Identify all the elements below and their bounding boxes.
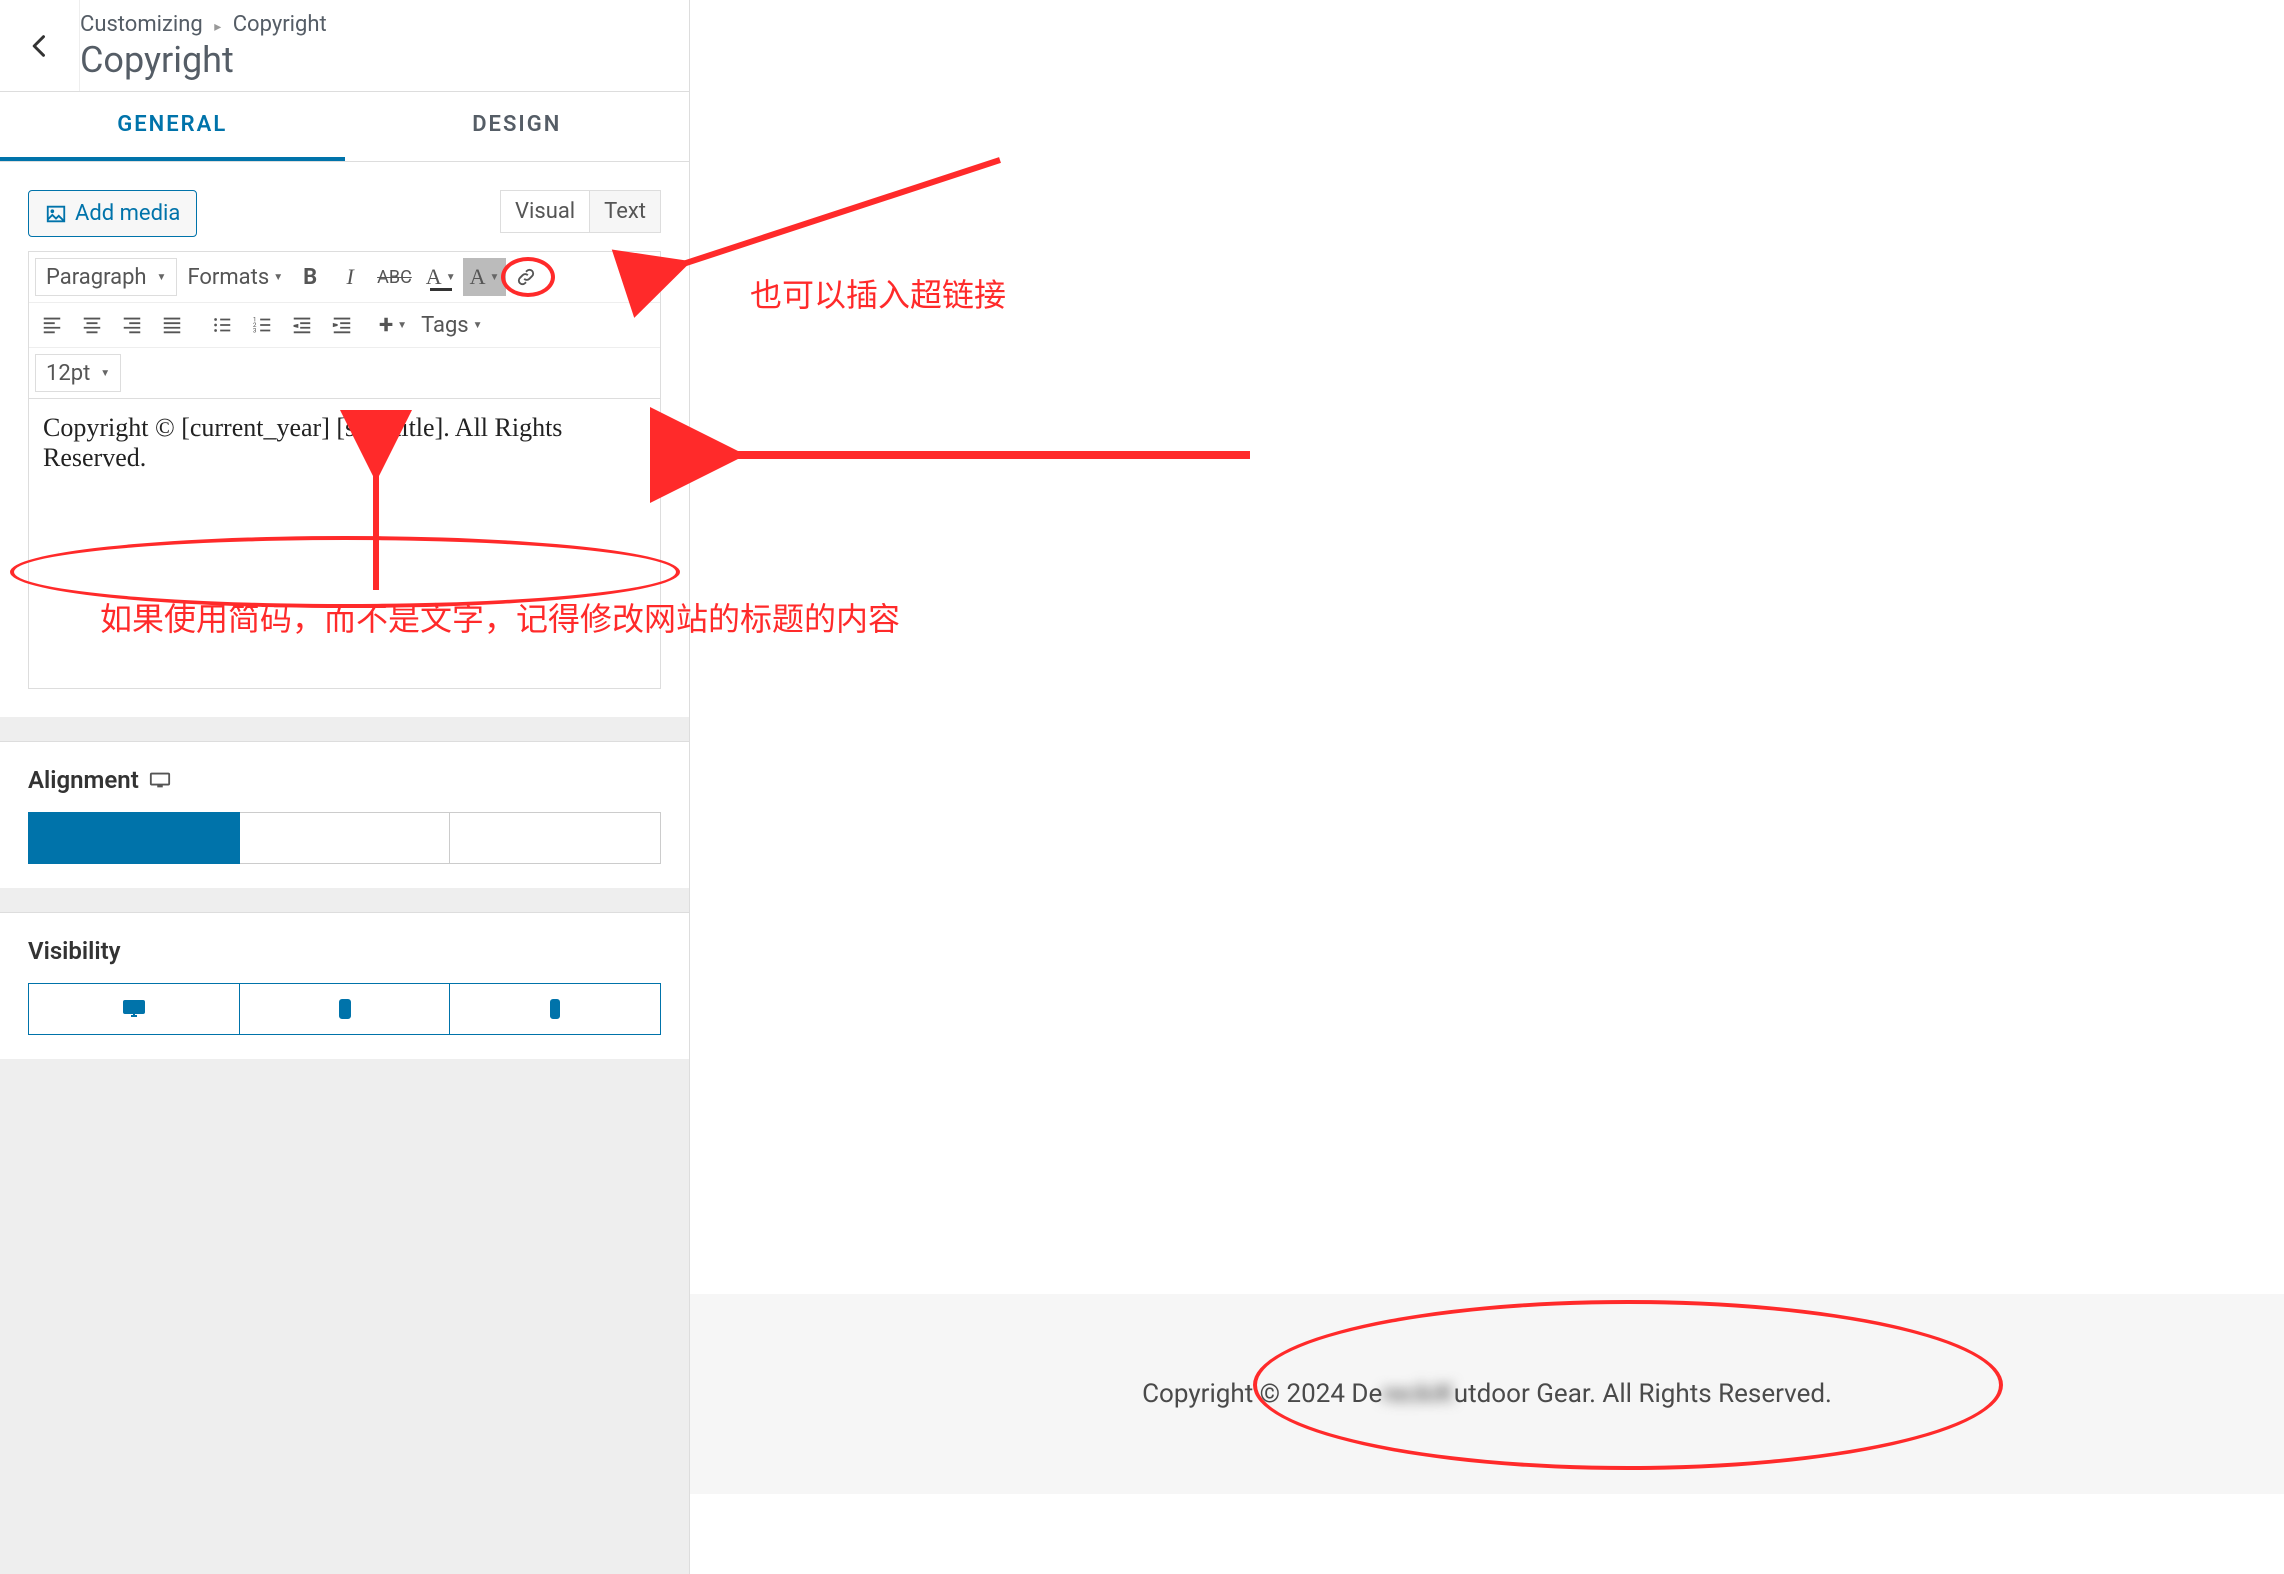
visibility-desktop[interactable] [28, 983, 240, 1035]
formats-select[interactable]: Formats [180, 258, 290, 296]
mode-visual[interactable]: Visual [500, 190, 589, 233]
bullet-list-button[interactable] [202, 306, 242, 344]
indent-button[interactable] [322, 306, 362, 344]
italic-button[interactable]: I [330, 258, 370, 296]
breadcrumb: Customizing ▸ Copyright [80, 12, 689, 37]
breadcrumb-leaf: Copyright [233, 12, 327, 37]
visibility-buttons [28, 983, 661, 1035]
preview-pane: Copyright © 2024 DereckiKutdoor Gear. Al… [690, 0, 2284, 1574]
tags-select[interactable]: Tags [414, 306, 490, 344]
bg-color-button[interactable]: A [463, 258, 507, 296]
tablet-icon [333, 999, 357, 1019]
text-color-button[interactable]: A [419, 258, 463, 296]
svg-text:3: 3 [253, 326, 257, 334]
desktop-icon [122, 999, 146, 1019]
breadcrumb-root: Customizing [80, 12, 203, 37]
mobile-icon [543, 999, 567, 1019]
media-icon [45, 203, 67, 225]
editor-section: Add media Visual Text Paragraph Formats … [0, 162, 689, 717]
back-button[interactable] [0, 0, 80, 91]
panel-title: Copyright [80, 39, 689, 81]
visibility-label: Visibility [28, 937, 661, 965]
editor-toolbar: Paragraph Formats B I ABC A A 123 [28, 251, 661, 399]
tab-general[interactable]: General [0, 92, 345, 161]
alignment-label: Alignment [28, 766, 661, 794]
alignment-section: Alignment [0, 741, 689, 888]
outdent-button[interactable] [282, 306, 322, 344]
link-icon [515, 266, 537, 288]
number-list-button[interactable]: 123 [242, 306, 282, 344]
editor-mode-tabs: Visual Text [500, 190, 661, 233]
insert-button[interactable]: + [372, 306, 414, 344]
alignment-buttons [28, 812, 661, 864]
mode-text[interactable]: Text [589, 190, 661, 233]
visibility-mobile[interactable] [450, 983, 661, 1035]
footer-copyright-text: Copyright © 2024 DereckiKutdoor Gear. Al… [1142, 1379, 1832, 1409]
caret-right-icon: ▸ [214, 19, 221, 35]
visibility-tablet[interactable] [240, 983, 451, 1035]
insert-link-button[interactable] [506, 258, 546, 296]
visibility-section: Visibility [0, 912, 689, 1059]
editor-textarea[interactable]: Copyright © [current_year] [site_title].… [28, 399, 661, 689]
desktop-icon [149, 771, 171, 789]
tab-design[interactable]: Design [345, 92, 690, 161]
align-justify-button[interactable] [152, 306, 192, 344]
preview-footer: Copyright © 2024 DereckiKutdoor Gear. Al… [690, 1294, 2284, 1494]
customizer-sidebar: Customizing ▸ Copyright Copyright Genera… [0, 0, 690, 1574]
align-right-option[interactable] [450, 812, 661, 864]
panel-tabs: General Design [0, 92, 689, 162]
strikethrough-button[interactable]: ABC [370, 258, 419, 296]
align-center-option[interactable] [240, 812, 451, 864]
panel-header: Customizing ▸ Copyright Copyright [0, 0, 689, 92]
add-media-button[interactable]: Add media [28, 190, 197, 237]
align-center-button[interactable] [72, 306, 112, 344]
add-media-label: Add media [75, 201, 180, 226]
paragraph-select[interactable]: Paragraph [35, 258, 177, 296]
align-left-option[interactable] [28, 812, 240, 864]
align-left-button[interactable] [32, 306, 72, 344]
font-size-select[interactable]: 12pt [35, 354, 121, 392]
bold-button[interactable]: B [290, 258, 330, 296]
align-right-button[interactable] [112, 306, 152, 344]
